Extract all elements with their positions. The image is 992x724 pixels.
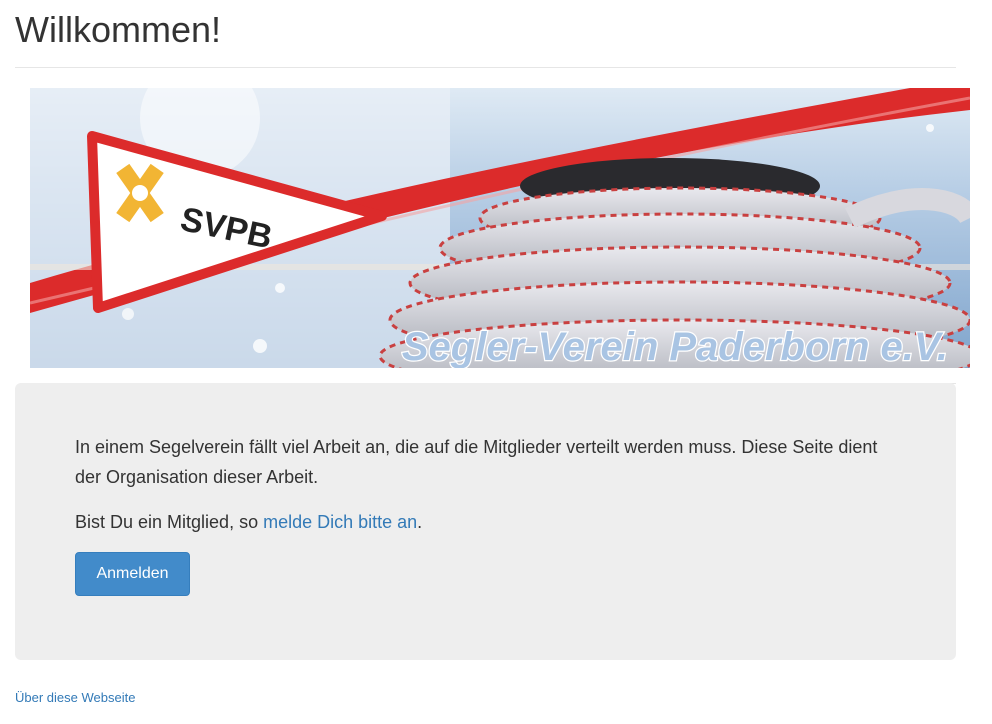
club-banner: SVPB Segler-Verein Paderborn e.V. xyxy=(30,88,970,368)
about-link[interactable]: Über diese Webseite xyxy=(15,690,135,705)
intro-text: In einem Segelverein fällt viel Arbeit a… xyxy=(75,437,878,487)
welcome-panel: In einem Segelverein fällt viel Arbeit a… xyxy=(15,383,956,660)
login-link[interactable]: melde Dich bitte an xyxy=(263,512,417,532)
member-hint-suffix: . xyxy=(417,512,423,532)
login-button[interactable]: Anmelden xyxy=(75,552,190,596)
member-hint-prefix: Bist Du ein Mitglied, so xyxy=(75,512,264,532)
member-hint: Bist Du ein Mitglied, so melde Dich bitt… xyxy=(75,507,422,537)
page-title: Willkommen! xyxy=(15,9,222,50)
club-name: Segler-Verein Paderborn e.V. xyxy=(402,325,948,368)
title-divider xyxy=(15,67,956,68)
